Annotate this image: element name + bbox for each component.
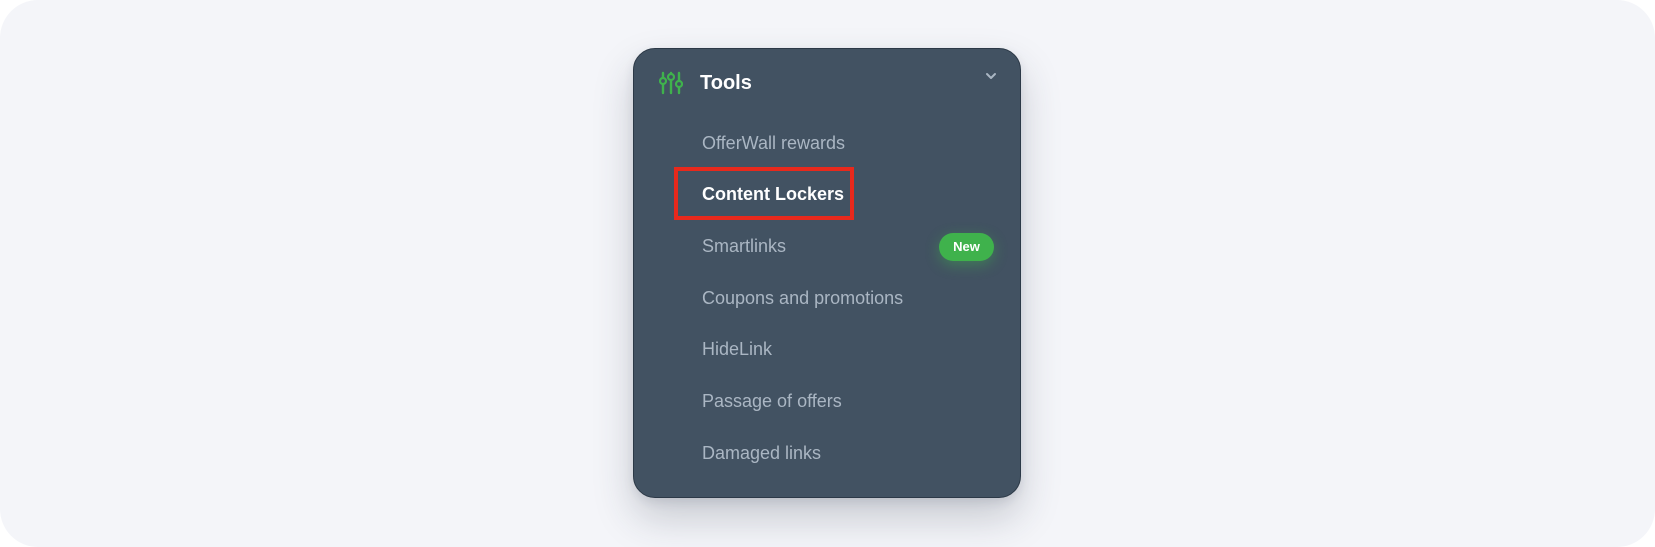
section-title: Tools bbox=[700, 72, 752, 94]
tools-menu-panel: Tools OfferWall rewards Content Lockers … bbox=[633, 48, 1021, 498]
menu-item-offerwall-rewards[interactable]: OfferWall rewards bbox=[702, 131, 845, 155]
page-background: Tools OfferWall rewards Content Lockers … bbox=[0, 0, 1655, 547]
menu-item-coupons-and-promotions[interactable]: Coupons and promotions bbox=[702, 286, 903, 310]
menu-item-damaged-links[interactable]: Damaged links bbox=[702, 441, 821, 465]
sliders-icon bbox=[659, 71, 683, 95]
new-badge: New bbox=[939, 233, 994, 261]
menu-item-content-lockers[interactable]: Content Lockers bbox=[702, 182, 844, 206]
chevron-down-icon[interactable] bbox=[984, 71, 998, 81]
menu-item-hidelink[interactable]: HideLink bbox=[702, 337, 772, 361]
menu-item-smartlinks[interactable]: Smartlinks bbox=[702, 234, 786, 258]
tools-section-header[interactable]: Tools bbox=[634, 49, 1020, 119]
menu-item-passage-of-offers[interactable]: Passage of offers bbox=[702, 389, 842, 413]
